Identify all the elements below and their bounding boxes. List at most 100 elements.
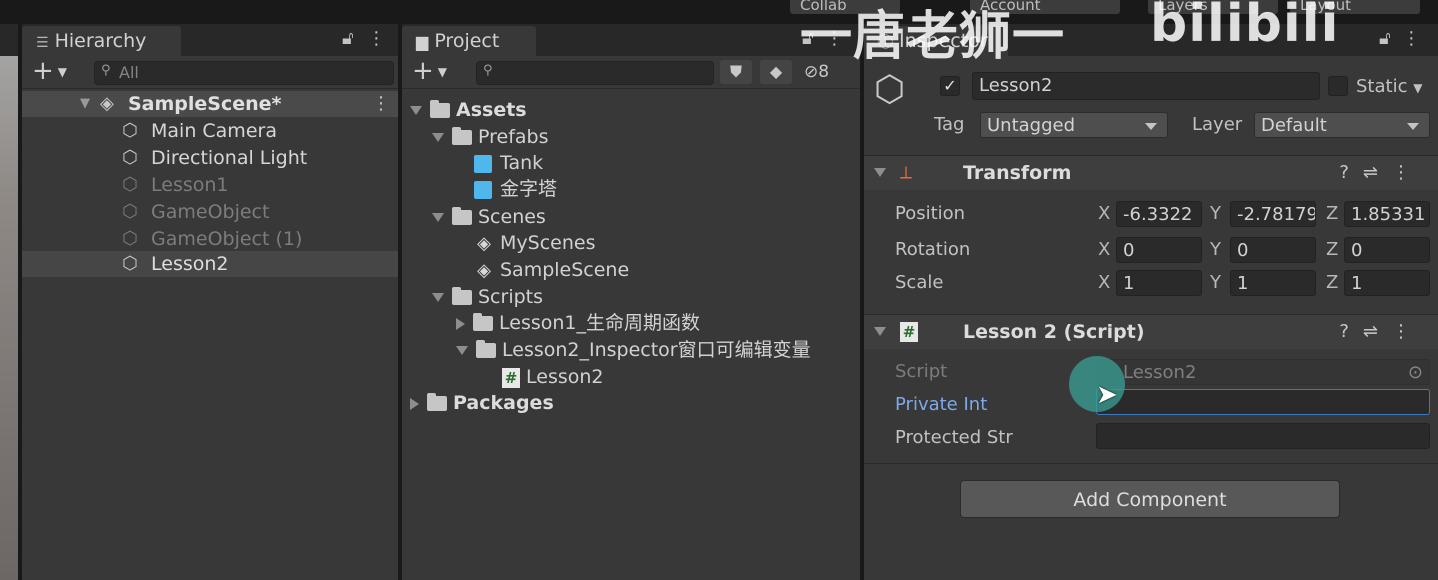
kebab-menu-icon[interactable]: ⋮ (1392, 321, 1424, 342)
tree-item-myscenes[interactable]: ◈ MyScenes (474, 230, 595, 256)
tree-item-scenes[interactable]: Scenes (432, 204, 546, 230)
rotation-x-value: 0 (1123, 240, 1135, 261)
scale-z-value: 1 (1351, 273, 1363, 294)
lock-icon[interactable]: 🔓︎ (342, 28, 354, 49)
tree-item-prefabs[interactable]: Prefabs (432, 124, 549, 150)
rotation-z-field[interactable]: 0 (1344, 237, 1430, 263)
tree-label: MyScenes (500, 232, 596, 254)
tree-item-packages[interactable]: Packages (410, 390, 554, 416)
scene-row[interactable]: ▼ ◈ SampleScene* ⋮ (22, 91, 398, 117)
create-plus-button[interactable]: + ▼ (32, 58, 67, 85)
position-y-field[interactable]: -2.78179 (1230, 201, 1316, 227)
static-dropdown[interactable]: Static ▼ (1356, 74, 1422, 101)
scale-z-field[interactable]: 1 (1344, 270, 1430, 296)
create-plus-button[interactable]: + ▼ (412, 58, 447, 85)
preset-sliders-icon[interactable]: ⇌ (1363, 321, 1392, 342)
tree-label: Prefabs (478, 126, 549, 148)
folder-open-icon (452, 207, 472, 225)
component-header-icons: ?⇌⋮ (1339, 156, 1424, 190)
watermark-text-site: bilibili (1150, 0, 1340, 54)
expand-arrow-icon (456, 346, 468, 355)
scene-tab-edge (0, 24, 18, 56)
tree-label: Tank (500, 152, 544, 174)
transform-title: Transform (963, 162, 1072, 184)
kebab-menu-icon[interactable]: ⋮ (1402, 28, 1420, 49)
tree-item-samplescene[interactable]: ◈ SampleScene (474, 257, 629, 283)
scene-menu-icon[interactable]: ⋮ (372, 91, 390, 117)
scale-y-field[interactable]: 1 (1230, 270, 1316, 296)
tree-item-lesson1-folder[interactable]: Lesson1_生命周期函数 (456, 310, 700, 336)
hierarchy-item[interactable]: ⬡ GameObject (22, 199, 398, 225)
hierarchy-tab-icons: 🔓︎ ⋮ (342, 28, 385, 49)
lock-icon[interactable]: 🔓︎ (1379, 28, 1391, 49)
private-int-field[interactable] (1096, 389, 1430, 415)
script-object-field[interactable]: Lesson2 ⊙ (1096, 359, 1430, 385)
add-component-label: Add Component (1073, 489, 1227, 511)
rotation-y-value: 0 (1237, 240, 1249, 261)
csharp-script-icon: # (502, 367, 520, 388)
script-component-title: Lesson 2 (Script) (963, 321, 1145, 343)
hierarchy-item-label: Directional Light (151, 147, 308, 169)
project-tab-label: Project (434, 30, 500, 52)
expand-arrow-icon (432, 133, 444, 142)
prefab-cube-icon (474, 154, 492, 173)
add-component-button[interactable]: Add Component (960, 480, 1340, 518)
kebab-menu-icon[interactable]: ⋮ (367, 28, 385, 49)
search-icon: ⚲ (483, 63, 493, 78)
hierarchy-item[interactable]: ⬡ Main Camera (22, 118, 398, 144)
rotation-label: Rotation (895, 239, 971, 260)
filter-by-label-icon[interactable]: ◆ (760, 60, 792, 84)
axis-z-label: Z (1326, 239, 1339, 260)
position-x-field[interactable]: -6.3322 (1116, 201, 1202, 227)
tree-item-lesson2-script[interactable]: # Lesson2 (502, 364, 604, 390)
hierarchy-item[interactable]: ⬡ Lesson1 (22, 172, 398, 198)
scale-x-field[interactable]: 1 (1116, 270, 1202, 296)
prefab-cube-icon (474, 180, 492, 199)
project-tab-row: ▆ Project 🔓︎ ⋮ (402, 24, 860, 56)
position-x-value: -6.3322 (1123, 204, 1193, 225)
script-component-header[interactable]: # Lesson 2 (Script) ?⇌⋮ (864, 314, 1438, 349)
folder-open-icon (452, 127, 472, 145)
help-icon[interactable]: ? (1339, 162, 1363, 183)
object-name-field[interactable]: Lesson2 (972, 72, 1320, 100)
project-toolbar: + ▼ ⚲ ⛊ ◆ ⊘8 (402, 56, 860, 89)
protected-str-field[interactable] (1096, 423, 1430, 449)
tab-hierarchy[interactable]: ☰ Hierarchy (22, 26, 181, 56)
kebab-menu-icon[interactable]: ⋮ (1392, 162, 1424, 183)
rotation-x-field[interactable]: 0 (1116, 237, 1202, 263)
tree-item-tank[interactable]: Tank (474, 150, 543, 176)
filter-by-type-icon[interactable]: ⛊ (720, 60, 752, 84)
watermark: 一唐老狮一 bilibili (800, 0, 1338, 69)
tree-label: Assets (456, 99, 527, 121)
preset-sliders-icon[interactable]: ⇌ (1363, 162, 1392, 183)
tab-project[interactable]: ▆ Project (402, 26, 536, 56)
component-header-icons: ?⇌⋮ (1339, 315, 1424, 349)
collapse-arrow-icon (410, 397, 419, 410)
active-checkbox[interactable]: ✓ (940, 76, 960, 96)
hierarchy-item[interactable]: ⬡ GameObject (1) (22, 226, 398, 252)
object-picker-icon[interactable]: ⊙ (1408, 360, 1423, 384)
tree-item-scripts[interactable]: Scripts (432, 284, 543, 310)
rotation-y-field[interactable]: 0 (1230, 237, 1316, 263)
help-icon[interactable]: ? (1339, 321, 1363, 342)
hierarchy-item-label: Lesson1 (151, 174, 229, 196)
hierarchy-item[interactable]: ⬡ Directional Light (22, 145, 398, 171)
scale-label: Scale (895, 272, 944, 293)
transform-header[interactable]: ⟂ Transform ?⇌⋮ (864, 155, 1438, 190)
tag-dropdown[interactable]: Untagged (980, 112, 1168, 138)
tree-item-assets[interactable]: Assets (410, 97, 527, 123)
scene-view-edge[interactable] (0, 24, 18, 580)
axis-x-label: X (1098, 203, 1111, 224)
hierarchy-search-input[interactable]: ⚲ All (94, 61, 394, 85)
project-search-input[interactable]: ⚲ (476, 61, 714, 85)
hierarchy-item-selected[interactable]: ⬡ Lesson2 (22, 251, 398, 277)
position-z-field[interactable]: 1.85331 (1344, 201, 1430, 227)
tag-label: Tag (934, 114, 965, 135)
hierarchy-tab-label: Hierarchy (54, 30, 147, 52)
axis-x-label: X (1098, 239, 1111, 260)
tree-item-pyramid[interactable]: 金字塔 (474, 176, 557, 202)
layer-dropdown[interactable]: Default (1254, 112, 1430, 138)
chevron-down-icon (1145, 123, 1157, 130)
static-checkbox[interactable] (1328, 76, 1348, 96)
tree-item-lesson2-folder[interactable]: Lesson2_Inspector窗口可编辑变量 (456, 337, 811, 363)
